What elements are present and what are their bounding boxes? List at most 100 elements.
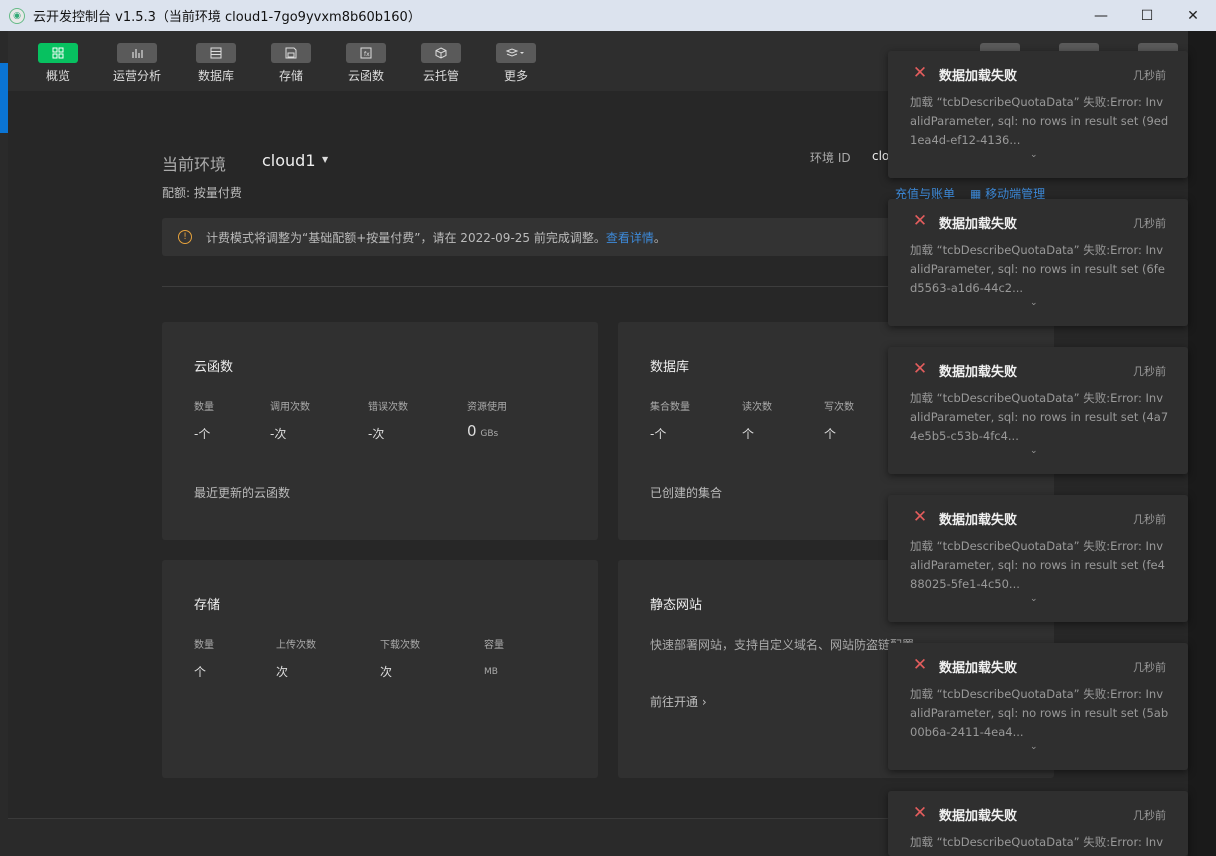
caret-down-icon[interactable]: ▼ — [322, 155, 328, 164]
chevron-down-icon[interactable]: ⌄ — [1030, 298, 1038, 308]
metric-collections: 集合数量 -个 — [650, 398, 690, 442]
metric-unit: MB — [484, 667, 498, 677]
window-title: 云开发控制台 v1.5.3（当前环境 cloud1-7go9yvxm8b60b1… — [33, 10, 421, 25]
metric-unit: 次 — [276, 665, 289, 679]
bar-chart-icon — [117, 43, 157, 63]
nav-item-functions[interactable]: fx 云函数 — [336, 43, 396, 84]
metric-unit: 个 — [198, 427, 211, 441]
recent-functions-label: 最近更新的云函数 — [194, 486, 291, 500]
nav-item-overview[interactable]: 概览 — [28, 43, 88, 84]
metric-value: 0 — [467, 422, 477, 440]
maximize-button[interactable]: ☐ — [1124, 0, 1170, 31]
card-title: 存储 — [194, 598, 221, 613]
error-toast[interactable]: ✕ 数据加载失败 几秒前 加载 “tcbDescribeQuotaData” 失… — [888, 51, 1188, 178]
env-id-value: clo — [872, 149, 890, 163]
collections-label: 已创建的集合 — [650, 486, 723, 500]
error-toast[interactable]: ✕ 数据加载失败 几秒前 加载 “tcbDescribeQuotaData” 失… — [888, 199, 1188, 326]
toast-message: 加载 “tcbDescribeQuotaData” 失败:Error: Inva… — [910, 687, 1169, 739]
minimize-button[interactable]: — — [1078, 0, 1124, 31]
notice-text: 计费模式将调整为“基础配额+按量付费”，请在 2022-09-25 前完成调整。 — [206, 230, 606, 245]
card-storage: 存储 数量 个 上传次数 次 下载次数 次 容量 MB — [162, 560, 598, 778]
metric-unit: 个 — [654, 427, 667, 441]
nav-label: 数据库 — [197, 69, 234, 83]
metric-writes: 写次数 个 — [824, 398, 854, 442]
save-icon — [271, 43, 311, 63]
error-toast[interactable]: ✕ 数据加载失败 几秒前 加载 “tcbDescribeQuotaData” 失… — [888, 791, 1188, 856]
toast-title: 数据加载失败 — [939, 217, 1018, 232]
toast-title: 数据加载失败 — [939, 365, 1018, 380]
metric-count: 数量 -个 — [194, 398, 214, 442]
app-logo-icon: ◉ — [9, 7, 25, 24]
card-title: 云函数 — [194, 360, 234, 375]
metric-resource-usage: 资源使用 0 GBs — [467, 398, 507, 440]
error-x-icon: ✕ — [912, 63, 928, 83]
background-window-edge-right — [1188, 31, 1216, 856]
nav-label: 存储 — [278, 69, 303, 83]
metric-file-count: 数量 个 — [194, 636, 214, 680]
hosting-description: 快速部署网站，支持自定义域名、网站防盗链配置 — [650, 638, 915, 652]
toast-time: 几秒前 — [1133, 365, 1166, 378]
metric-label: 上传次数 — [276, 640, 316, 651]
toast-time: 几秒前 — [1133, 69, 1166, 82]
toast-message: 加载 “tcbDescribeQuotaData” 失败:Error: Inva… — [910, 539, 1165, 591]
quota-text: 配额: 按量付费 — [162, 186, 242, 200]
chevron-down-icon[interactable]: ⌄ — [1030, 594, 1038, 604]
error-toast[interactable]: ✕ 数据加载失败 几秒前 加载 “tcbDescribeQuotaData” 失… — [888, 347, 1188, 474]
metric-unit: 次 — [274, 427, 287, 441]
toast-title: 数据加载失败 — [939, 513, 1018, 528]
chevron-down-icon[interactable]: ⌄ — [1030, 742, 1038, 752]
metric-label: 数量 — [194, 640, 214, 651]
notice-details-link[interactable]: 查看详情 — [606, 229, 654, 246]
metric-uploads: 上传次数 次 — [276, 636, 316, 680]
metric-invocations: 调用次数 -次 — [270, 398, 310, 442]
cube-icon — [421, 43, 461, 63]
nav-item-cloudrun[interactable]: 云托管 — [411, 43, 471, 84]
nav-label: 更多 — [503, 69, 528, 83]
toast-title: 数据加载失败 — [939, 69, 1018, 84]
toast-message: 加载 “tcbDescribeQuotaData” 失败:Error: Inv — [910, 835, 1164, 849]
chevron-down-icon[interactable]: ⌄ — [1030, 150, 1038, 160]
chevron-down-icon[interactable]: ⌄ — [1030, 446, 1038, 456]
metric-label: 写次数 — [824, 402, 854, 413]
metric-errors: 错误次数 -次 — [368, 398, 408, 442]
metric-label: 下载次数 — [380, 640, 420, 651]
nav-item-database[interactable]: 数据库 — [186, 43, 246, 84]
nav-item-more[interactable]: 更多 — [486, 43, 546, 84]
function-icon: fx — [346, 43, 386, 63]
open-hosting-link[interactable]: 前往开通 › — [650, 693, 707, 710]
error-x-icon: ✕ — [912, 803, 928, 823]
grid-icon — [38, 43, 78, 63]
toast-title: 数据加载失败 — [939, 661, 1018, 676]
toast-title: 数据加载失败 — [939, 809, 1018, 824]
layers-icon — [496, 43, 536, 63]
error-toast[interactable]: ✕ 数据加载失败 几秒前 加载 “tcbDescribeQuotaData” 失… — [888, 495, 1188, 622]
card-functions: 云函数 数量 -个 调用次数 -次 错误次数 -次 资源使用 0 GBs 最近更… — [162, 322, 598, 540]
close-button[interactable]: ✕ — [1170, 0, 1216, 31]
toast-message: 加载 “tcbDescribeQuotaData” 失败:Error: Inva… — [910, 243, 1165, 295]
env-label: 当前环境 — [162, 155, 227, 174]
nav-item-analytics[interactable]: 运营分析 — [107, 43, 167, 84]
metric-unit: 个 — [194, 665, 207, 679]
env-selector[interactable]: cloud1 — [262, 151, 316, 170]
metric-label: 集合数量 — [650, 402, 690, 413]
metric-unit: 个 — [742, 427, 755, 441]
metric-label: 读次数 — [742, 402, 772, 413]
window-titlebar: ◉ 云开发控制台 v1.5.3（当前环境 cloud1-7go9yvxm8b60… — [0, 0, 1216, 31]
toast-time: 几秒前 — [1133, 661, 1166, 674]
error-toast[interactable]: ✕ 数据加载失败 几秒前 加载 “tcbDescribeQuotaData” 失… — [888, 643, 1188, 770]
nav-item-storage[interactable]: 存储 — [261, 43, 321, 84]
warning-icon: ! — [178, 230, 192, 244]
metric-label: 调用次数 — [270, 402, 310, 413]
database-icon — [196, 43, 236, 63]
card-title: 静态网站 — [650, 598, 703, 613]
nav-label: 云托管 — [422, 69, 459, 83]
toast-time: 几秒前 — [1133, 809, 1166, 822]
metric-unit: 个 — [824, 427, 837, 441]
error-x-icon: ✕ — [912, 655, 928, 675]
background-window-edge — [0, 31, 8, 856]
nav-label: 概览 — [45, 69, 70, 83]
metric-unit: 次 — [380, 665, 393, 679]
metric-reads: 读次数 个 — [742, 398, 772, 442]
metric-label: 数量 — [194, 402, 214, 413]
nav-label: 云函数 — [347, 69, 384, 83]
